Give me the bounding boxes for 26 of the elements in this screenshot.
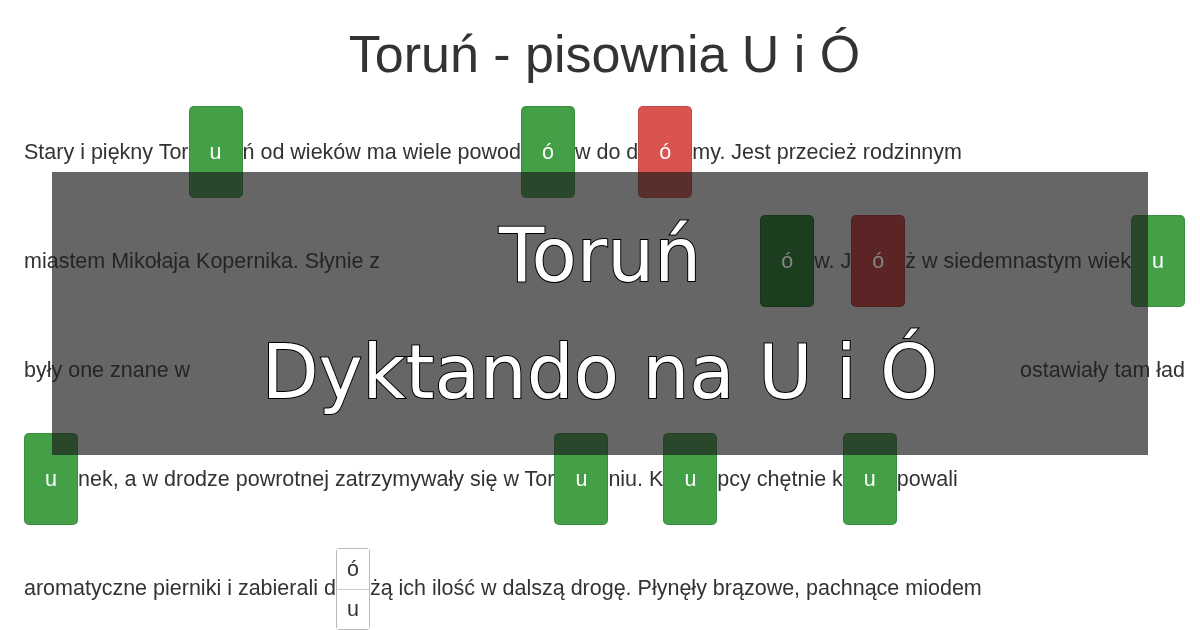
answer-tile[interactable]: ó [760, 215, 815, 307]
banner-title: Dyktando na U i Ó [261, 327, 939, 417]
answer-tile[interactable]: u [188, 106, 243, 198]
answer-tile[interactable]: ó [520, 106, 575, 198]
banner-title: Toruń [498, 210, 702, 300]
dictation-text: aromatyczne pierniki i zabierali d [24, 575, 336, 601]
answer-tile[interactable]: u [554, 433, 609, 525]
answer-tile[interactable]: ó [638, 106, 693, 198]
answer-tile[interactable]: u [842, 433, 897, 525]
dictation-text: ń od wieków ma wiele powod [242, 139, 521, 165]
page-title: Toruń - pisownia U i Ó [347, 24, 862, 85]
dictation-text: ż w siedemnastym wiek [905, 248, 1131, 274]
dictation-text: Stary i piękny Tor [24, 139, 189, 165]
dictation-text: żą ich ilość w dalszą drogę. Płynęły brązowe, pachnące miodem [369, 575, 982, 601]
dictation-text: niu. K [608, 466, 664, 492]
dictation-text: nek, a w drodze powrotnej zatrzymywały się w Tor [78, 466, 555, 492]
dictation-text: w do d [574, 139, 639, 165]
answer-tile[interactable]: u [663, 433, 718, 525]
dictation-text: powali [896, 466, 958, 492]
dictation-text: my. Jest przecież rodzinnym [692, 139, 962, 165]
answer-tile[interactable]: ó [851, 215, 906, 307]
letter-option[interactable]: u [336, 589, 369, 629]
answer-tile[interactable]: u [24, 433, 78, 525]
answer-tile[interactable]: u [1131, 215, 1185, 307]
dictation-text: w. J [814, 248, 852, 274]
dictation-text: pcy chętnie k [717, 466, 843, 492]
